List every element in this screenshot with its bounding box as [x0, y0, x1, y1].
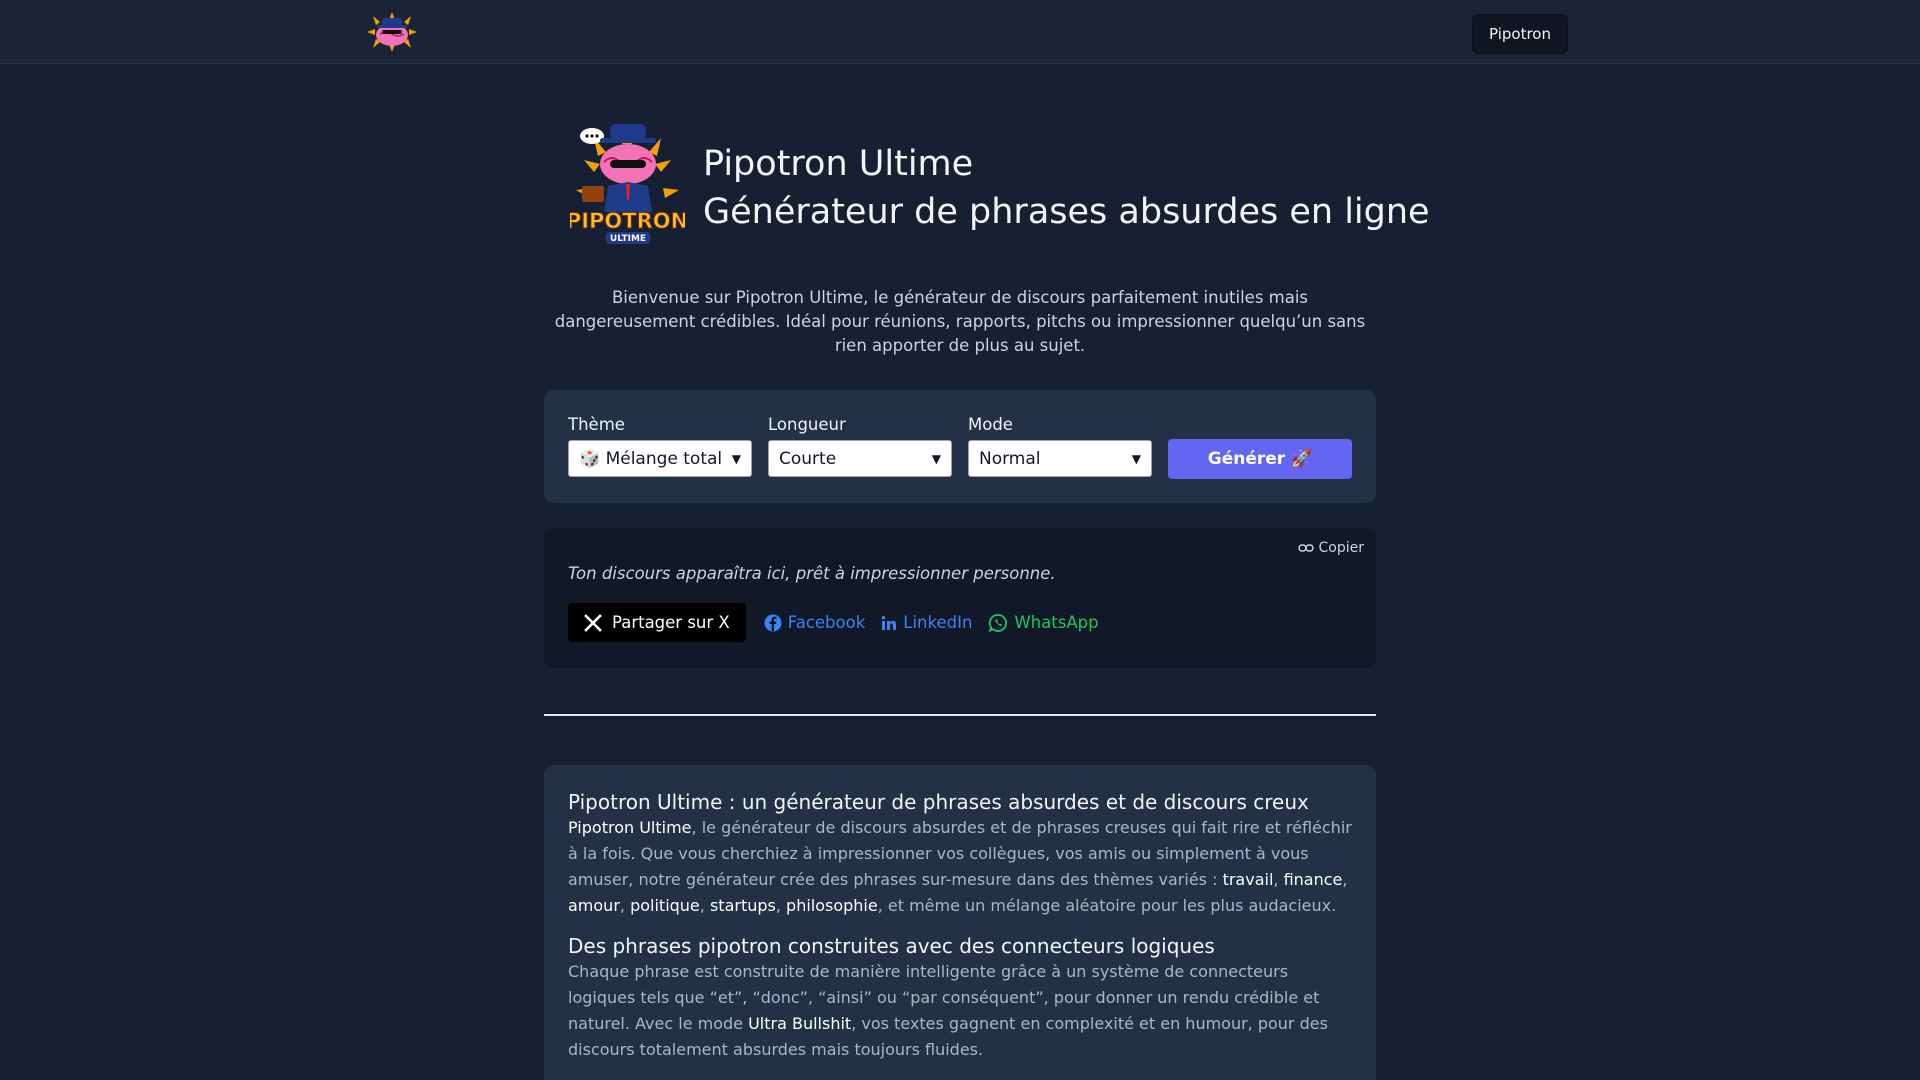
mode-select-value: Normal	[979, 448, 1041, 469]
title-line-1: Pipotron Ultime	[703, 144, 974, 184]
length-select-value: Courte	[779, 448, 837, 469]
share-linkedin-label: LinkedIn	[903, 613, 973, 632]
pipotron-brain-logo[interactable]	[365, 10, 419, 54]
title-line-2: Générateur de phrases absurdes en ligne	[703, 192, 1430, 232]
length-select[interactable]: Courte ▼	[768, 440, 952, 477]
generator-form: Thème 🎲 Mélange total ▼ Longueur Courte …	[544, 390, 1376, 503]
share-facebook-label: Facebook	[787, 613, 866, 632]
share-x-label: Partager sur X	[612, 613, 730, 632]
info-paragraph-2: Chaque phrase est construite de manière …	[568, 959, 1352, 1063]
theme-field: Thème 🎲 Mélange total ▼	[568, 415, 752, 477]
theme-politique: politique	[630, 896, 700, 915]
page-title: Pipotron Ultime Générateur de phrases ab…	[703, 140, 1430, 236]
output-panel: Copier Ton discours apparaîtra ici, prêt…	[544, 528, 1376, 668]
generate-label: Générer 🚀	[1207, 449, 1313, 469]
info-p1-end: , et même un mélange aléatoire pour les …	[877, 896, 1337, 915]
copy-label: Copier	[1318, 540, 1365, 556]
length-field: Longueur Courte ▼	[768, 415, 952, 477]
svg-text:PIPOTRON: PIPOTRON	[570, 209, 685, 233]
ultra-bullshit-strong: Ultra Bullshit	[748, 1014, 852, 1033]
share-linkedin-link[interactable]: LinkedIn	[881, 613, 972, 632]
share-facebook-link[interactable]: Facebook	[764, 613, 866, 632]
theme-label: Thème	[568, 415, 625, 434]
linkedin-icon	[881, 615, 897, 630]
mode-select[interactable]: Normal ▼	[968, 440, 1152, 477]
share-whatsapp-label: WhatsApp	[1014, 613, 1099, 632]
chevron-down-icon: ▼	[1131, 451, 1141, 466]
mode-label: Mode	[968, 415, 1013, 434]
theme-finance: finance	[1283, 870, 1343, 889]
pipotron-nav-button[interactable]: Pipotron	[1472, 14, 1568, 54]
svg-text:ULTIME: ULTIME	[610, 234, 646, 244]
info-heading-2: Des phrases pipotron construites avec de…	[568, 934, 1215, 958]
section-divider	[544, 714, 1376, 716]
pipotron-ultime-logo: PIPOTRON ULTIME	[570, 124, 685, 244]
copy-button[interactable]: Copier	[1297, 540, 1365, 556]
intro-text: Bienvenue sur Pipotron Ultime, le généra…	[554, 288, 1366, 355]
theme-amour: amour	[568, 896, 620, 915]
link-icon	[1297, 544, 1314, 552]
top-navbar: Pipotron	[0, 0, 1920, 64]
theme-select-value: 🎲 Mélange total	[579, 448, 723, 469]
generate-button[interactable]: Générer 🚀	[1168, 439, 1352, 479]
seo-info-card: Pipotron Ultime : un générateur de phras…	[544, 765, 1376, 1080]
x-logo-icon	[584, 613, 602, 632]
speech-output: Ton discours apparaîtra ici, prêt à impr…	[568, 564, 1056, 583]
share-row: Partager sur X Facebook LinkedIn WhatsAp…	[568, 603, 1099, 642]
theme-startups: startups	[709, 896, 776, 915]
theme-select[interactable]: 🎲 Mélange total ▼	[568, 440, 752, 477]
share-x-button[interactable]: Partager sur X	[568, 603, 746, 642]
chevron-down-icon: ▼	[731, 451, 741, 466]
info-paragraph-1: Pipotron Ultime, le générateur de discou…	[568, 818, 1352, 915]
whatsapp-icon	[988, 613, 1008, 632]
length-label: Longueur	[768, 415, 846, 434]
theme-travail: travail	[1222, 870, 1274, 889]
theme-philosophie: philosophie	[786, 896, 878, 915]
mode-field: Mode Normal ▼	[968, 415, 1152, 477]
info-heading-1: Pipotron Ultime : un générateur de phras…	[568, 790, 1309, 814]
brand-strong: Pipotron Ultime	[568, 818, 692, 837]
share-whatsapp-link[interactable]: WhatsApp	[988, 613, 1099, 633]
chevron-down-icon: ▼	[931, 451, 941, 466]
facebook-icon	[764, 614, 782, 631]
